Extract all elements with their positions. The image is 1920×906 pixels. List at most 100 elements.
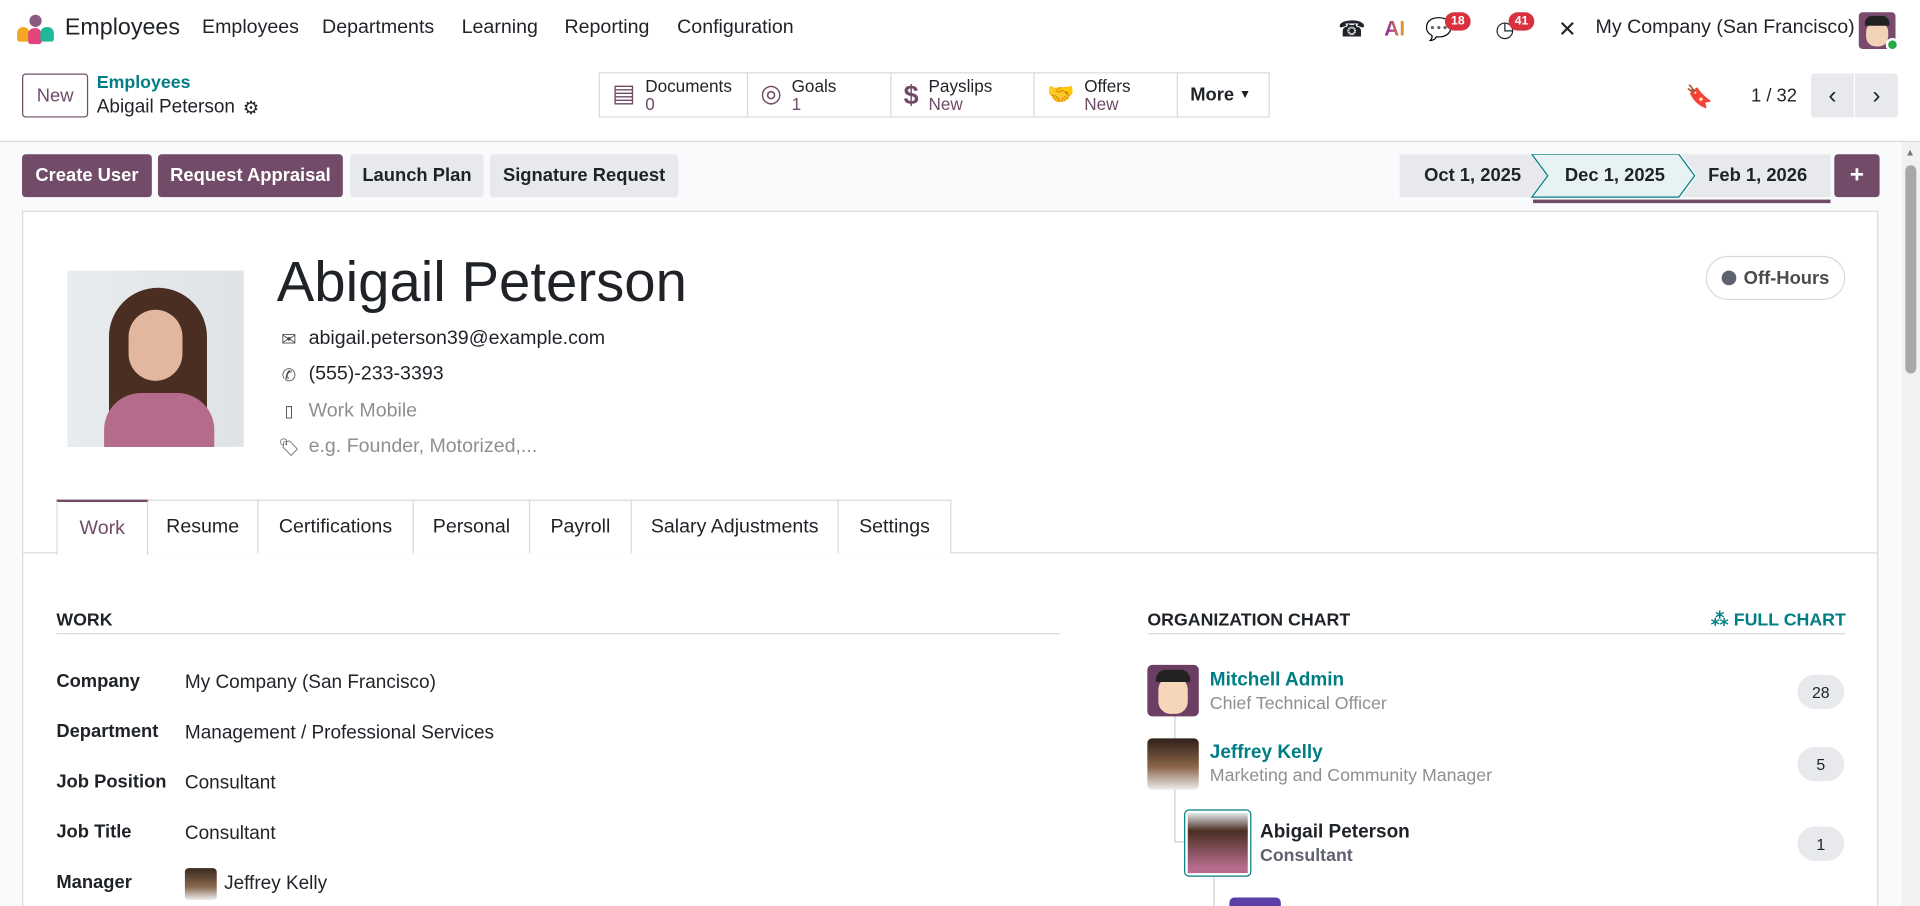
org-person-name[interactable]: Jeffrey Kelly [1210, 742, 1323, 764]
tab-certifications[interactable]: Certifications [257, 499, 414, 554]
org-person-role: Chief Technical Officer [1209, 694, 1387, 714]
department-label: Department [56, 721, 159, 743]
section-divider [56, 633, 1061, 635]
payslips-label: Payslips [928, 75, 993, 95]
goals-label: Goals [791, 75, 837, 95]
next-record-button[interactable]: › [1855, 73, 1898, 118]
manager-avatar [184, 868, 217, 901]
work-phone-field[interactable]: (555)-233-3393 [309, 364, 444, 386]
org-person-name: Abigail Peterson [1260, 821, 1410, 843]
company-label: Company [56, 671, 141, 692]
status-dot-icon [1721, 270, 1737, 286]
menu-employees[interactable]: Employees [202, 17, 299, 39]
app-title[interactable]: Employees [65, 15, 180, 42]
org-avatar-jeffrey[interactable] [1147, 738, 1199, 790]
documents-smart-button[interactable]: ▤ Documents 0 [598, 72, 749, 118]
menu-departments[interactable]: Departments [322, 17, 434, 39]
presence-status-badge[interactable]: Off-Hours [1705, 255, 1846, 301]
employee-name[interactable]: Abigail Peterson [277, 249, 687, 315]
handshake-icon: 🤝 [1046, 82, 1075, 107]
manager-label: Manager [56, 871, 132, 893]
org-chart-title: ORGANIZATION CHART [1147, 611, 1351, 631]
tab-label: Certifications [278, 516, 393, 537]
work-section-title: WORK [56, 611, 113, 631]
more-label: More [1190, 84, 1235, 106]
more-button[interactable]: More ▼ [1176, 72, 1270, 118]
new-button[interactable]: New [22, 73, 89, 118]
tags-input[interactable]: e.g. Founder, Motorized,... [309, 436, 538, 458]
user-avatar[interactable] [1858, 12, 1900, 52]
org-person-role: Marketing and Community Manager [1209, 766, 1493, 787]
form-view: Create User Request Appraisal Launch Pla… [0, 142, 1902, 906]
job-title-field[interactable]: Consultant [185, 823, 276, 845]
documents-label: Documents [645, 75, 732, 95]
goals-count: 1 [791, 93, 802, 114]
launch-plan-button[interactable]: Launch Plan [350, 154, 484, 198]
phone-icon[interactable]: ☎ [1338, 16, 1365, 43]
subordinates-count[interactable]: 1 [1797, 826, 1845, 861]
company-switcher[interactable]: My Company (San Francisco) [1596, 17, 1855, 39]
employee-photo[interactable] [67, 270, 244, 447]
subordinates-count[interactable]: 28 [1797, 674, 1845, 709]
app-logo-icon[interactable] [17, 14, 54, 45]
org-connector [1213, 875, 1215, 906]
goals-smart-button[interactable]: ◎ Goals 1 [746, 72, 892, 118]
job-position-field[interactable]: Consultant [185, 773, 276, 795]
envelope-icon: ✉ [281, 329, 297, 351]
email-field[interactable]: abigail.peterson39@example.com [309, 328, 606, 350]
job-title-label: Job Title [56, 821, 132, 843]
menu-learning[interactable]: Learning [462, 17, 538, 39]
chat-badge: 18 [1444, 12, 1471, 31]
hierarchy-icon: ⁂ [1710, 611, 1729, 631]
menu-reporting[interactable]: Reporting [564, 17, 649, 39]
top-navbar: Employees Employees Departments Learning… [0, 0, 1920, 59]
org-avatar-subordinate[interactable] [1229, 897, 1281, 906]
tab-label: Work [79, 517, 125, 539]
tab-work[interactable]: Work [56, 499, 149, 555]
menu-configuration[interactable]: Configuration [677, 17, 794, 39]
tools-icon[interactable]: ✕ [1554, 16, 1581, 43]
employee-sheet: Abigail Peterson ✉ abigail.peterson39@ex… [22, 210, 1879, 906]
pager-value[interactable]: 1 / 32 [1751, 86, 1797, 107]
scroll-up-arrow-icon[interactable]: ▲ [1905, 147, 1915, 158]
subordinates-count[interactable]: 5 [1797, 746, 1845, 782]
scrollbar-thumb[interactable] [1905, 165, 1917, 374]
caret-down-icon: ▼ [1238, 88, 1252, 102]
request-appraisal-button[interactable]: Request Appraisal [157, 154, 343, 198]
version-oct[interactable]: Oct 1, 2025 [1424, 165, 1521, 186]
document-icon: ▤ [612, 80, 636, 108]
version-dec[interactable]: Dec 1, 2025 [1565, 165, 1665, 186]
full-chart-link[interactable]: ⁂ FULL CHART [1711, 611, 1846, 631]
tab-personal[interactable]: Personal [412, 499, 531, 554]
scrollbar[interactable]: ▲ [1901, 142, 1920, 906]
work-mobile-input[interactable]: Work Mobile [309, 400, 418, 422]
tab-label: Personal [432, 516, 511, 537]
company-field[interactable]: My Company (San Francisco) [185, 672, 436, 694]
tab-resume[interactable]: Resume [146, 499, 259, 554]
tab-settings[interactable]: Settings [837, 499, 952, 554]
manager-field[interactable]: Jeffrey Kelly [224, 873, 327, 895]
department-field[interactable]: Management / Professional Services [185, 722, 494, 744]
previous-record-button[interactable]: ‹ [1811, 73, 1854, 118]
tags-icon: 🏷 [278, 436, 300, 457]
create-user-button[interactable]: Create User [22, 154, 152, 198]
documents-count: 0 [645, 93, 655, 114]
breadcrumb-current: Abigail Peterson [96, 96, 235, 118]
org-avatar-mitchell[interactable] [1147, 664, 1199, 717]
breadcrumb-employees[interactable]: Employees [97, 73, 191, 93]
gear-icon[interactable]: ⚙ [241, 98, 261, 119]
bookmark-icon[interactable]: 🔖 [1686, 83, 1713, 110]
status-label: Off-Hours [1743, 267, 1830, 289]
offers-smart-button[interactable]: 🤝 Offers New [1033, 72, 1178, 118]
tab-salary-adjustments[interactable]: Salary Adjustments [630, 499, 839, 554]
org-person-name[interactable]: Mitchell Admin [1210, 670, 1344, 692]
signature-request-button[interactable]: Signature Request [489, 154, 679, 198]
version-feb[interactable]: Feb 1, 2026 [1708, 165, 1807, 186]
add-version-button[interactable]: + [1834, 154, 1880, 198]
ai-icon[interactable]: AI [1381, 16, 1408, 43]
ai-label: AI [1384, 17, 1406, 41]
tab-payroll[interactable]: Payroll [528, 499, 632, 554]
payslips-smart-button[interactable]: $ Payslips New [890, 72, 1035, 118]
full-chart-label: FULL CHART [1733, 611, 1846, 631]
tab-label: Payroll [550, 516, 611, 537]
